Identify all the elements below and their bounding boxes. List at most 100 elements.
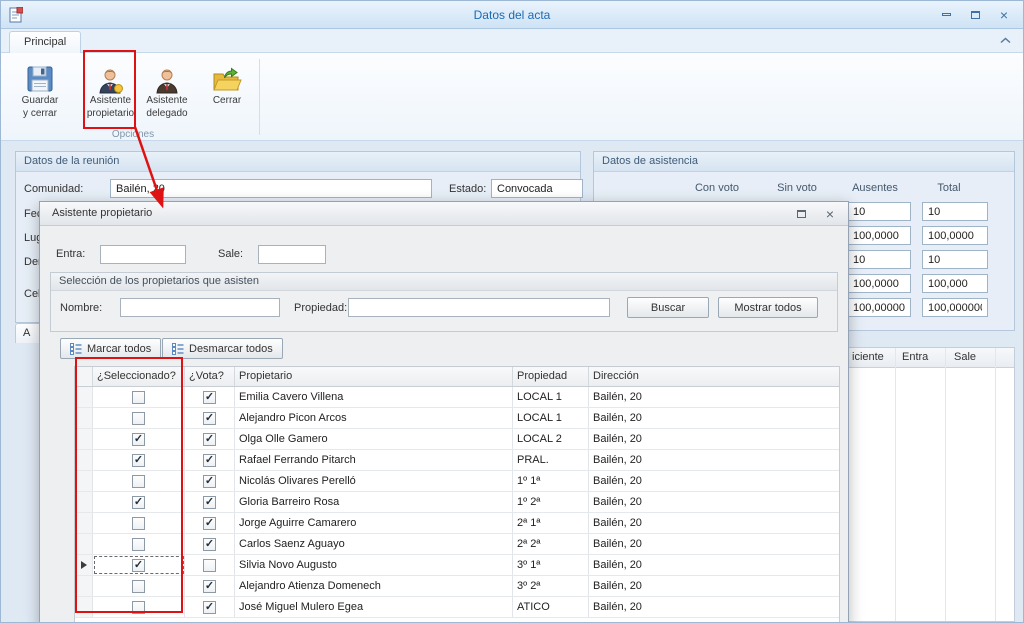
vota-cell[interactable]: [185, 555, 235, 575]
vota-checkbox[interactable]: ✓: [203, 454, 216, 467]
guardar-y-cerrar-button[interactable]: Guardar y cerrar: [11, 56, 69, 124]
ausentes-input-3[interactable]: [847, 250, 911, 269]
coeficiente-column-header[interactable]: iciente: [852, 351, 884, 363]
vota-checkbox[interactable]: ✓: [203, 496, 216, 509]
seleccionado-checkbox[interactable]: [132, 601, 145, 614]
vota-checkbox[interactable]: ✓: [203, 391, 216, 404]
chevron-up-icon[interactable]: [1000, 37, 1011, 44]
seleccionado-checkbox[interactable]: [132, 391, 145, 404]
sale-input[interactable]: [258, 245, 326, 264]
ausentes-input-5[interactable]: [847, 298, 911, 317]
row-indicator-cell: [75, 492, 93, 512]
vota-checkbox[interactable]: ✓: [203, 580, 216, 593]
marcar-todos-button[interactable]: Marcar todos: [60, 338, 161, 359]
comunidad-input[interactable]: [110, 179, 432, 198]
dialog-close-button[interactable]: ×: [820, 205, 840, 222]
table-row[interactable]: ✓ ✓ Rafael Ferrando Pitarch PRAL. Bailén…: [75, 450, 839, 471]
vota-cell[interactable]: ✓: [185, 534, 235, 554]
seleccionado-checkbox[interactable]: [132, 475, 145, 488]
table-row[interactable]: ✓ José Miguel Mulero Egea ATICO Bailén, …: [75, 597, 839, 618]
seleccionado-checkbox[interactable]: ✓: [132, 433, 145, 446]
vota-checkbox[interactable]: ✓: [203, 538, 216, 551]
seleccionado-cell[interactable]: ✓: [93, 492, 185, 512]
vota-cell[interactable]: ✓: [185, 492, 235, 512]
seleccionado-checkbox[interactable]: ✓: [132, 559, 145, 572]
table-row[interactable]: ✓ ✓ Olga Olle Gamero LOCAL 2 Bailén, 20: [75, 429, 839, 450]
vota-cell[interactable]: ✓: [185, 471, 235, 491]
seleccionado-checkbox[interactable]: ✓: [132, 454, 145, 467]
entra-input[interactable]: [100, 245, 186, 264]
seleccionado-cell[interactable]: [93, 471, 185, 491]
total-input-2[interactable]: [922, 226, 988, 245]
seleccionado-checkbox[interactable]: [132, 517, 145, 530]
propietario-cell: Emilia Cavero Villena: [235, 387, 513, 407]
table-row[interactable]: ✓ Alejandro Atienza Domenech 3º 2ª Bailé…: [75, 576, 839, 597]
buscar-button[interactable]: Buscar: [627, 297, 709, 318]
ausentes-input-1[interactable]: [847, 202, 911, 221]
vota-checkbox[interactable]: ✓: [203, 412, 216, 425]
estado-input[interactable]: [491, 179, 583, 198]
maximize-button[interactable]: [964, 6, 986, 23]
desmarcar-todos-button[interactable]: Desmarcar todos: [162, 338, 283, 359]
mostrar-todos-button[interactable]: Mostrar todos: [718, 297, 818, 318]
vota-checkbox[interactable]: ✓: [203, 433, 216, 446]
vota-cell[interactable]: ✓: [185, 513, 235, 533]
entra-column-header[interactable]: Entra: [902, 351, 928, 363]
minimize-button[interactable]: [935, 6, 957, 23]
seleccionado-checkbox[interactable]: [132, 580, 145, 593]
table-row[interactable]: ✓ Nicolás Olivares Perelló 1º 1ª Bailén,…: [75, 471, 839, 492]
seleccionado-column-header[interactable]: ¿Seleccionado?: [93, 367, 185, 386]
tab-principal[interactable]: Principal: [9, 31, 81, 53]
vota-checkbox[interactable]: [203, 559, 216, 572]
total-input-4[interactable]: [922, 274, 988, 293]
vota-cell[interactable]: ✓: [185, 387, 235, 407]
close-button[interactable]: ×: [993, 6, 1015, 23]
propiedad-cell: 2ª 2ª: [513, 534, 589, 554]
vota-checkbox[interactable]: ✓: [203, 517, 216, 530]
asistente-propietario-button[interactable]: Asistente propietario: [84, 56, 137, 124]
seleccionado-cell[interactable]: [93, 387, 185, 407]
seleccionado-cell[interactable]: ✓: [93, 429, 185, 449]
table-row[interactable]: ✓ Jorge Aguirre Camarero 2ª 1ª Bailén, 2…: [75, 513, 839, 534]
seleccionado-checkbox[interactable]: [132, 538, 145, 551]
propiedad-column-header[interactable]: Propiedad: [513, 367, 589, 386]
dialog-maximize-button[interactable]: [791, 205, 811, 222]
seleccionado-cell[interactable]: ✓: [93, 450, 185, 470]
vota-cell[interactable]: ✓: [185, 450, 235, 470]
seleccionado-cell[interactable]: [93, 534, 185, 554]
ausentes-input-4[interactable]: [847, 274, 911, 293]
sale-column-header[interactable]: Sale: [954, 351, 976, 363]
seleccionado-cell[interactable]: [93, 597, 185, 617]
total-input-3[interactable]: [922, 250, 988, 269]
seleccionado-checkbox[interactable]: [132, 412, 145, 425]
table-row[interactable]: ✓ Silvia Novo Augusto 3º 1ª Bailén, 20: [75, 555, 839, 576]
vota-cell[interactable]: ✓: [185, 429, 235, 449]
seleccionado-cell[interactable]: [93, 513, 185, 533]
propietario-cell: Nicolás Olivares Perelló: [235, 471, 513, 491]
propiedad-input[interactable]: [348, 298, 610, 317]
vota-cell[interactable]: ✓: [185, 408, 235, 428]
asistente-delegado-button[interactable]: Asistente delegado: [141, 56, 193, 124]
table-row[interactable]: ✓ Alejandro Picon Arcos LOCAL 1 Bailén, …: [75, 408, 839, 429]
seleccionado-checkbox[interactable]: ✓: [132, 496, 145, 509]
minimize-icon: [942, 13, 951, 16]
seleccionado-cell[interactable]: [93, 408, 185, 428]
ausentes-input-2[interactable]: [847, 226, 911, 245]
vota-checkbox[interactable]: ✓: [203, 475, 216, 488]
vota-cell[interactable]: ✓: [185, 576, 235, 596]
total-input-1[interactable]: [922, 202, 988, 221]
seleccionado-cell[interactable]: ✓: [93, 555, 185, 575]
propietario-column-header[interactable]: Propietario: [235, 367, 513, 386]
table-row[interactable]: ✓ Carlos Saenz Aguayo 2ª 2ª Bailén, 20: [75, 534, 839, 555]
cerrar-button[interactable]: Cerrar: [203, 56, 251, 124]
nombre-input[interactable]: [120, 298, 280, 317]
total-input-5[interactable]: [922, 298, 988, 317]
vota-cell[interactable]: ✓: [185, 597, 235, 617]
direccion-column-header[interactable]: Dirección: [589, 367, 839, 386]
seleccionado-cell[interactable]: [93, 576, 185, 596]
table-row[interactable]: ✓ ✓ Gloria Barreiro Rosa 1º 2ª Bailén, 2…: [75, 492, 839, 513]
vota-column-header[interactable]: ¿Vota?: [185, 367, 235, 386]
table-row[interactable]: ✓ Emilia Cavero Villena LOCAL 1 Bailén, …: [75, 387, 839, 408]
vota-checkbox[interactable]: ✓: [203, 601, 216, 614]
row-indicator-cell: [75, 534, 93, 554]
